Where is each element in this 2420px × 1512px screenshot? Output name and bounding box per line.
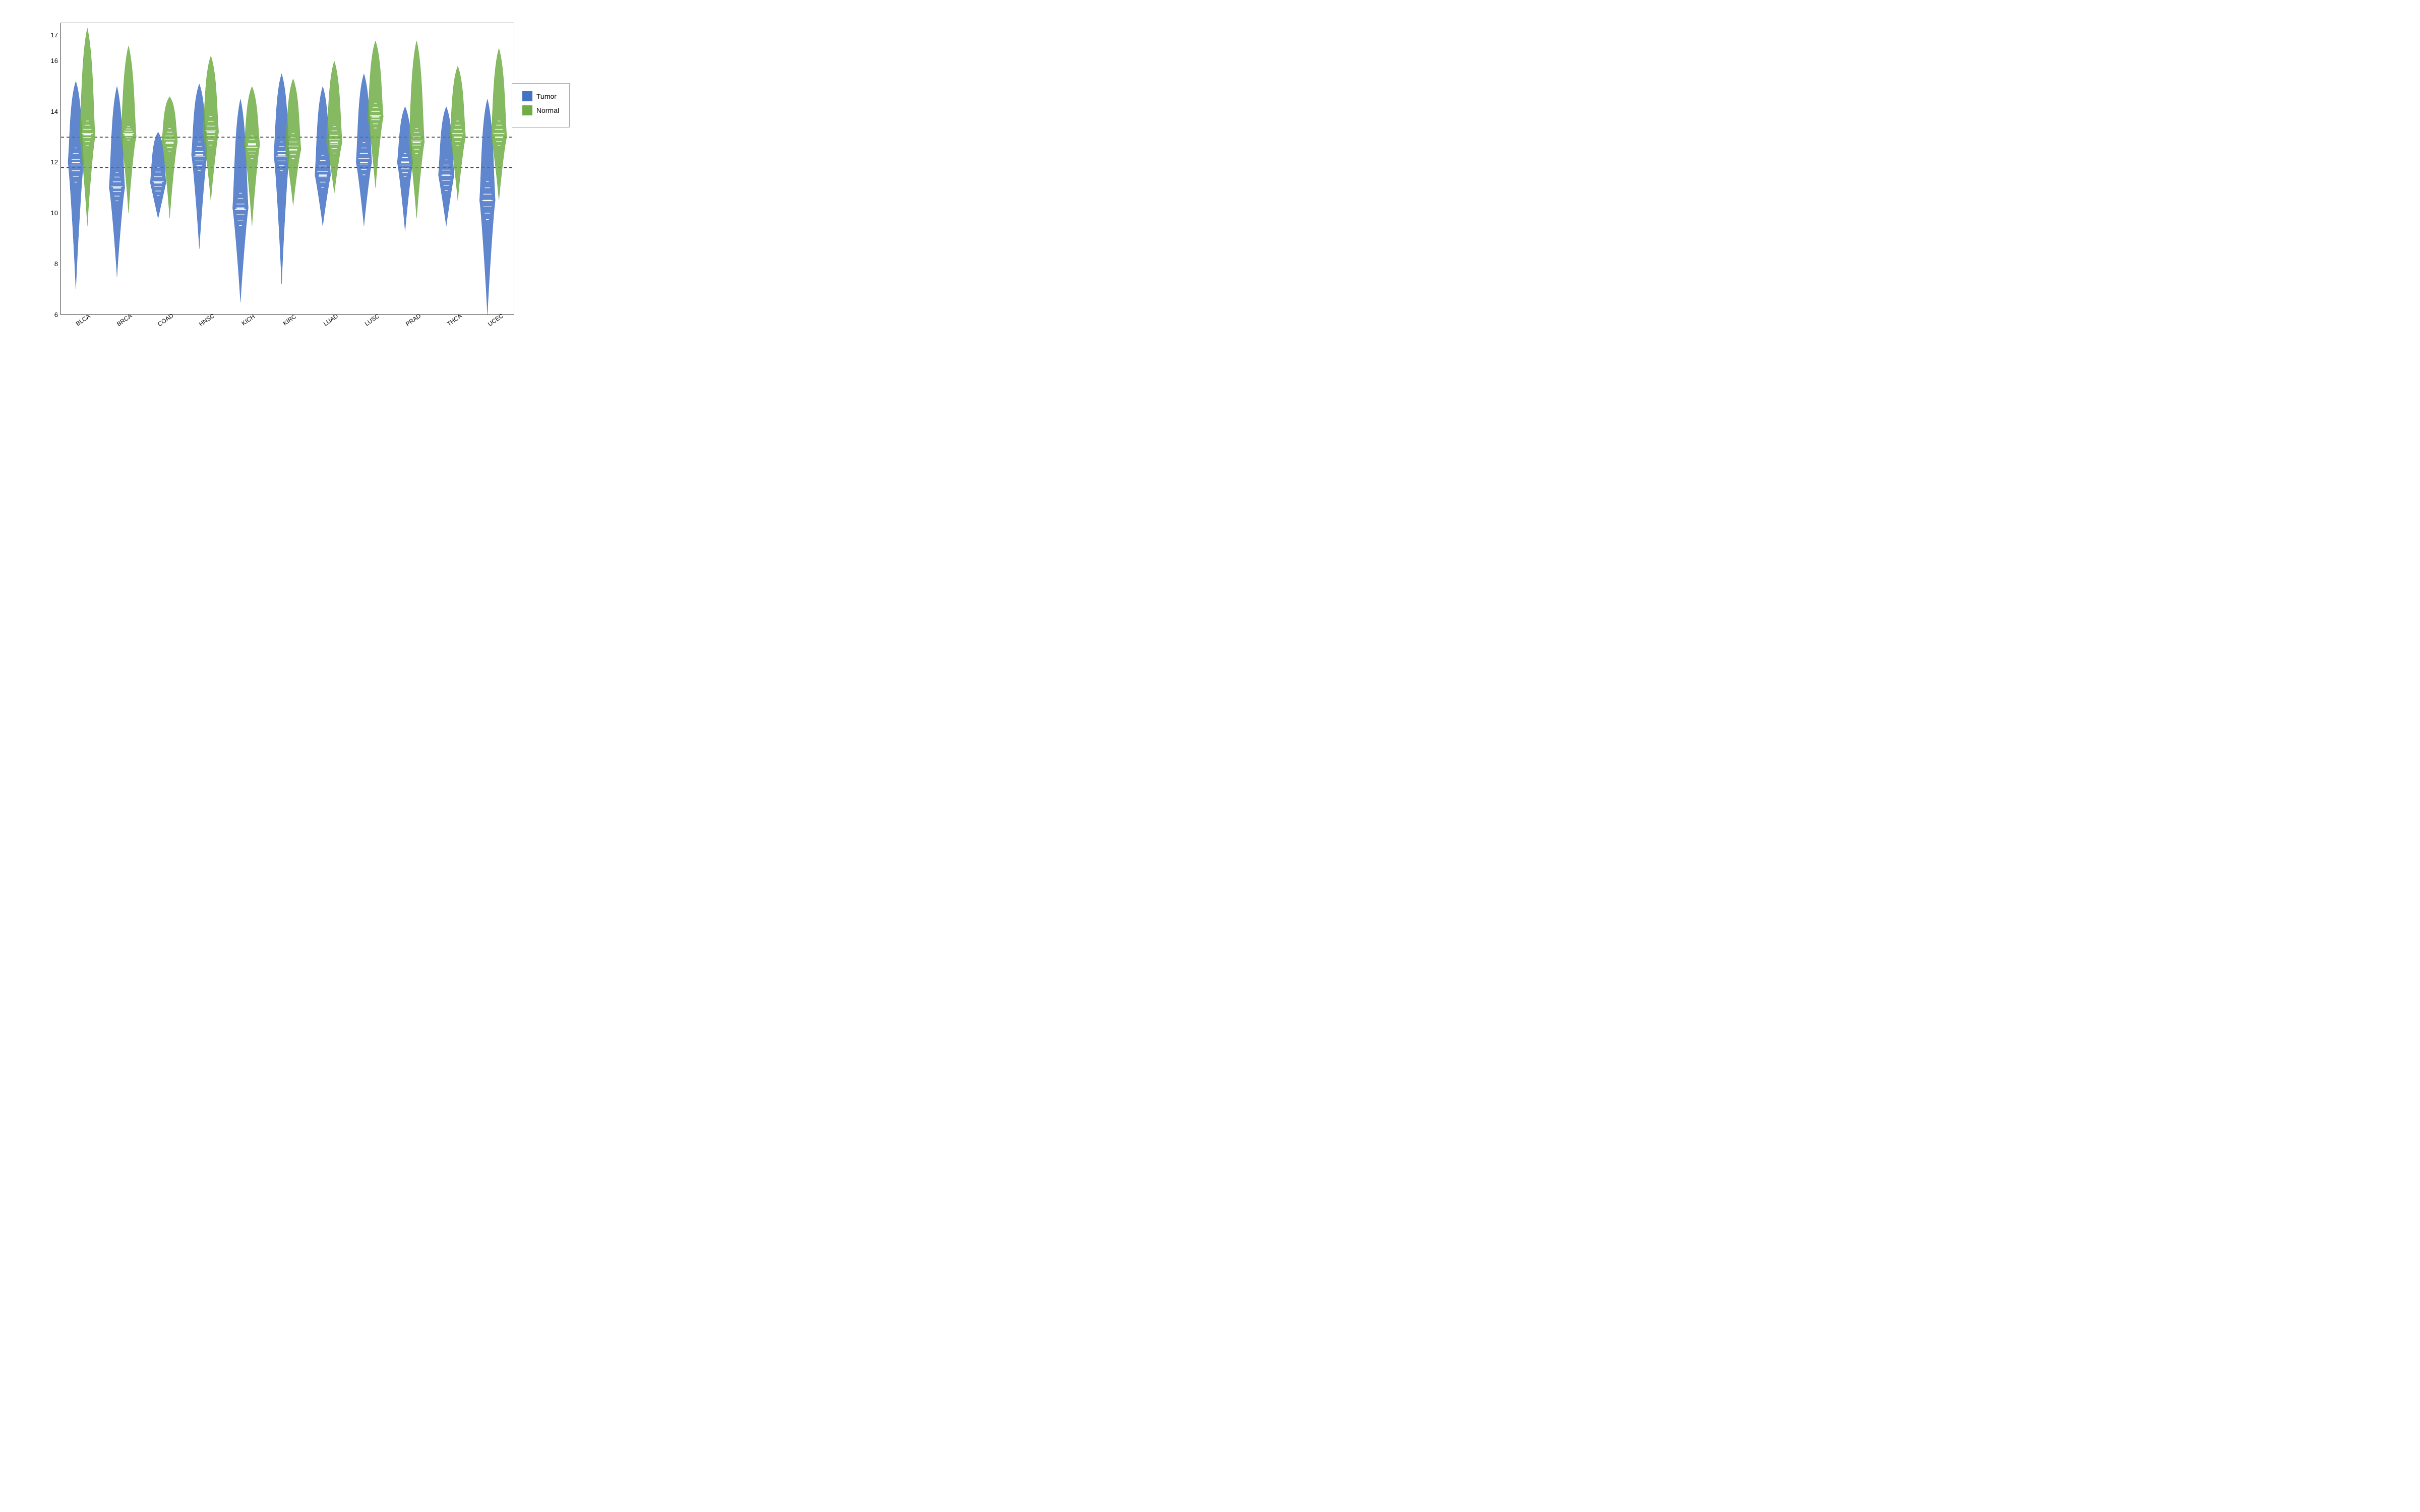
legend-label: Tumor xyxy=(536,92,557,100)
chart-inner: 17 16 14 12 10 8 6 BLCABRCACOADHNSCKICHKIRCLUA… xyxy=(25,23,580,342)
y-tick-label: 16 xyxy=(51,57,58,65)
y-tick-label: 6 xyxy=(54,311,58,319)
x-label-wrapper: BRCA xyxy=(102,317,143,342)
y-tick-label: 12 xyxy=(51,158,58,166)
violin-tumor xyxy=(274,74,289,284)
plot-with-yaxis: 171614121086 xyxy=(40,23,580,315)
plot-box xyxy=(60,23,514,315)
y-tick-label: 8 xyxy=(54,260,58,268)
legend-color-box xyxy=(522,91,532,101)
x-label-wrapper: THCA xyxy=(432,317,473,342)
x-label-wrapper: PRAD xyxy=(391,317,432,342)
x-label-wrapper: COAD xyxy=(143,317,185,342)
y-ticks: 171614121086 xyxy=(40,23,60,315)
legend-item: Normal xyxy=(522,105,559,115)
x-label-wrapper: LUAD xyxy=(308,317,349,342)
violin-normal xyxy=(285,79,301,206)
legend-color-box xyxy=(522,105,532,115)
violin-normal xyxy=(409,41,425,218)
violin-normal xyxy=(80,28,95,226)
chart-title xyxy=(25,13,580,18)
x-labels: BLCABRCACOADHNSCKICHKIRCLUADLUSCPRADTHCA… xyxy=(60,317,514,342)
y-tick-label: 10 xyxy=(51,209,58,217)
x-label-wrapper: LUSC xyxy=(349,317,391,342)
x-label-wrapper: UCEC xyxy=(473,317,514,342)
y-tick-label: 17 xyxy=(51,31,58,39)
legend: Tumor Normal xyxy=(512,83,570,128)
chart-container: 17 16 14 12 10 8 6 BLCABRCACOADHNSCKICHKIRCLUA… xyxy=(25,13,580,365)
x-label-wrapper: HNSC xyxy=(184,317,225,342)
plot-area-wrapper: 17 16 14 12 10 8 6 BLCABRCACOADHNSCKICHKIRCLUA… xyxy=(40,23,580,342)
x-label-wrapper: KIRC xyxy=(267,317,308,342)
x-label-wrapper: BLCA xyxy=(60,317,102,342)
legend-label: Normal xyxy=(536,106,559,114)
y-tick-label: 14 xyxy=(51,108,58,115)
violin-normal xyxy=(203,56,219,200)
violin-tumor xyxy=(315,87,331,226)
legend-item: Tumor xyxy=(522,91,559,101)
x-label-wrapper: KICH xyxy=(225,317,267,342)
y-axis-label xyxy=(25,28,40,320)
violin-svg xyxy=(61,23,514,314)
violin-normal xyxy=(162,97,177,218)
